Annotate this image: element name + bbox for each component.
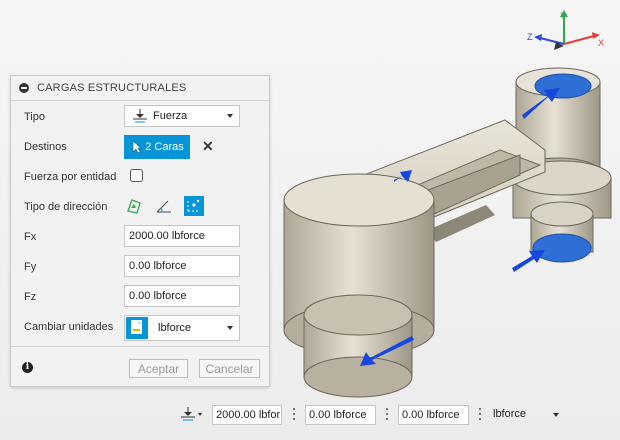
axis-label-z: Z [527, 32, 533, 42]
toolbar-fz-input[interactable]: 0.00 lbforce [398, 405, 469, 425]
destinos-select-button[interactable]: 2 Caras [124, 135, 190, 159]
force-type-icon[interactable] [180, 405, 204, 425]
chevron-down-icon [227, 326, 233, 330]
fy-label: Fy [24, 261, 37, 273]
toolbar-separator [479, 408, 481, 422]
info-icon[interactable]: i [22, 362, 33, 373]
value-toolbar: 2000.00 lbfor 0.00 lbforce 0.00 lbforce … [172, 404, 572, 426]
cursor-arrow-icon [132, 140, 143, 154]
force-type-icon [133, 109, 147, 123]
fx-label: Fx [24, 231, 37, 243]
accept-button[interactable]: Aceptar [129, 359, 188, 378]
cambiar-unidades-label: Cambiar unidades [24, 321, 114, 333]
collapse-icon[interactable] [19, 83, 29, 93]
axis-label-x: X [598, 38, 604, 48]
destinos-count: 2 Caras [145, 141, 184, 153]
fy-input[interactable]: 0.00 lbforce [124, 255, 240, 277]
toolbar-fx-input[interactable]: 2000.00 lbfor [212, 405, 282, 425]
dialog-title: CARGAS ESTRUCTURALES [37, 82, 187, 94]
toolbar-units-select[interactable]: lbforce [493, 408, 526, 420]
units-value: lbforce [158, 322, 192, 334]
fuerza-por-entidad-label: Fuerza por entidad [24, 171, 117, 183]
fx-input[interactable]: 2000.00 lbforce [124, 225, 240, 247]
fz-input[interactable]: 0.00 lbforce [124, 285, 240, 307]
chevron-down-icon[interactable] [553, 413, 559, 417]
destinos-label: Destinos [24, 141, 67, 153]
toolbar-fy-input[interactable]: 0.00 lbforce [305, 405, 376, 425]
tipo-direccion-label: Tipo de dirección [24, 201, 108, 213]
fuerza-por-entidad-checkbox[interactable] [130, 169, 143, 182]
cancel-button[interactable]: Cancelar [199, 359, 260, 378]
tipo-label: Tipo [24, 111, 45, 123]
direction-angle-icon[interactable] [154, 196, 174, 216]
left-hub[interactable] [283, 173, 435, 398]
dialog-footer: i Aceptar Cancelar [11, 346, 269, 387]
toolbar-separator [293, 408, 295, 422]
axis-label-y: Y [560, 11, 566, 21]
toolbar-separator [386, 408, 388, 422]
direction-vector-icon[interactable] [184, 196, 204, 216]
clear-selection-icon[interactable]: ✕ [202, 139, 214, 153]
axis-triad[interactable]: Y X Z [522, 8, 612, 58]
fz-label: Fz [24, 291, 37, 303]
units-select[interactable]: lbforce [124, 315, 240, 341]
dialog-header[interactable]: CARGAS ESTRUCTURALES [11, 76, 269, 101]
tipo-select[interactable]: Fuerza [124, 105, 240, 127]
units-icon [126, 317, 148, 339]
tipo-value: Fuerza [153, 110, 188, 122]
structural-loads-dialog: CARGAS ESTRUCTURALES Tipo Fuerza Destino… [10, 75, 270, 387]
chevron-down-icon [227, 114, 233, 118]
direction-face-icon[interactable] [124, 196, 144, 216]
